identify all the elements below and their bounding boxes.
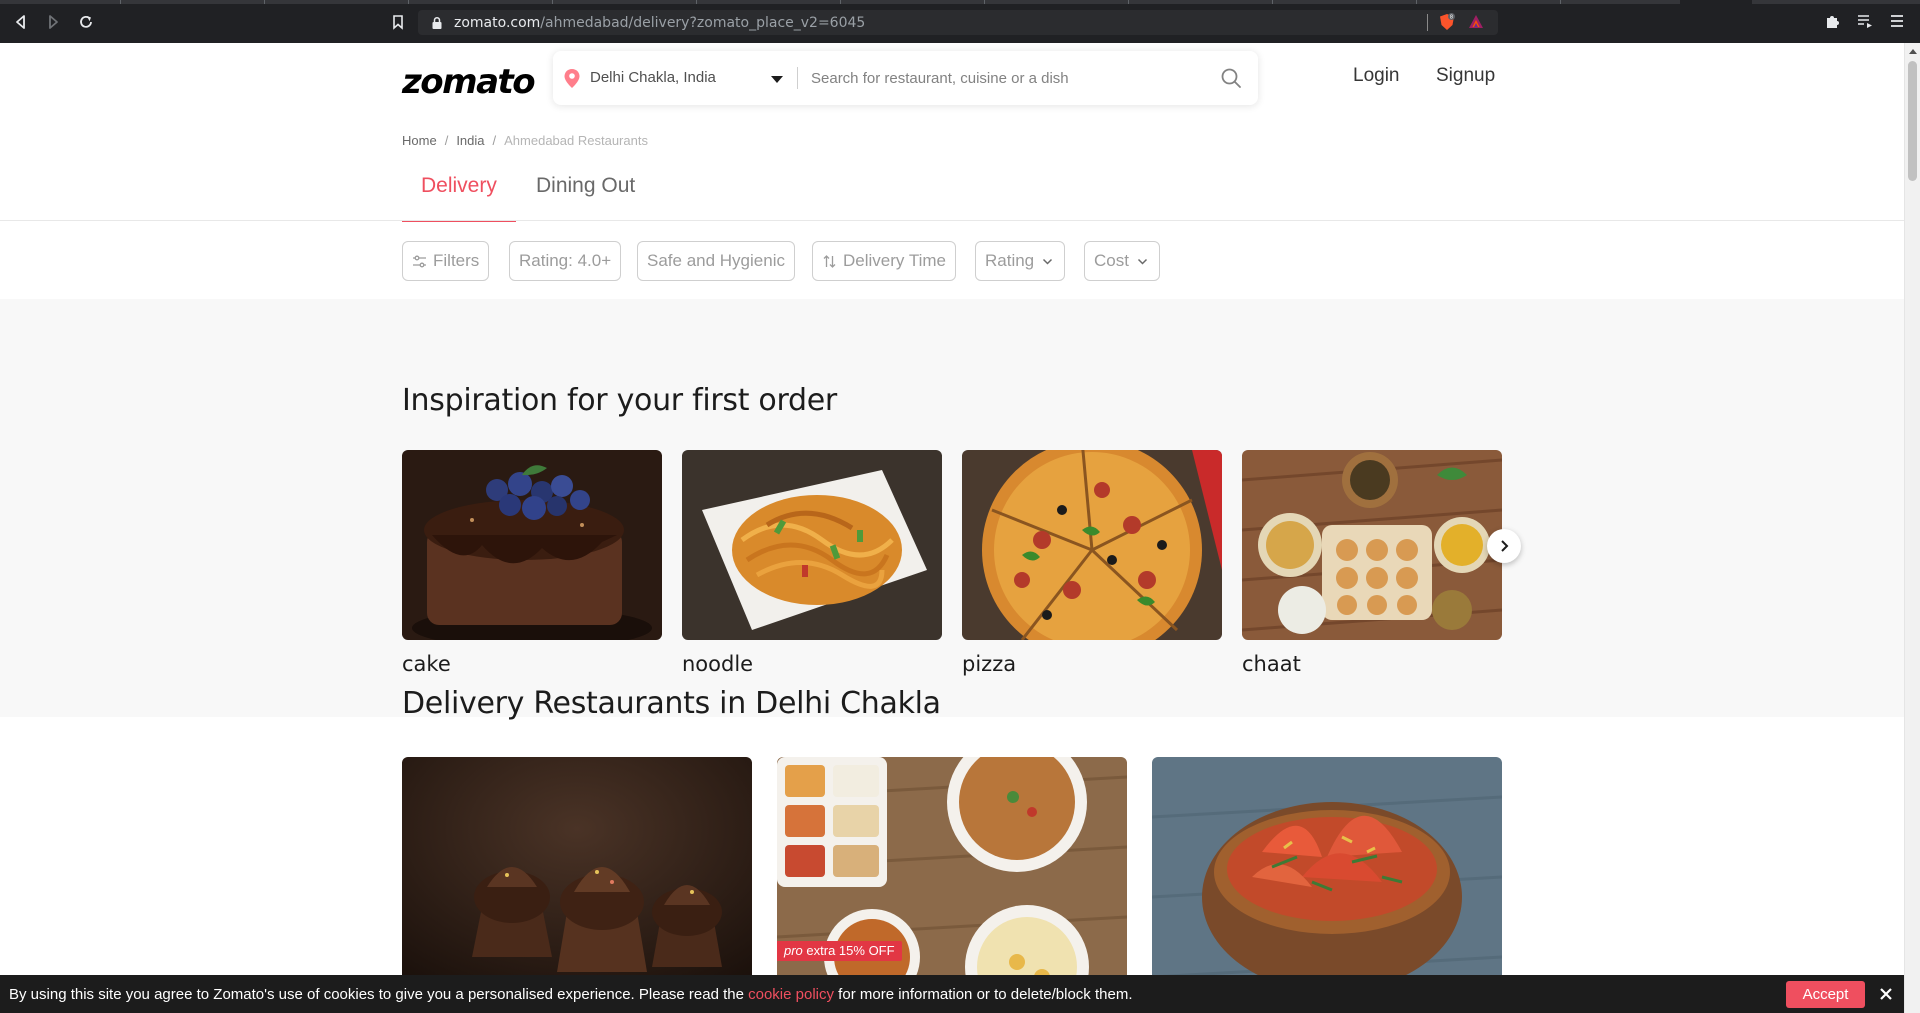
browser-toolbar: zomato.com/ahmedabad/delivery?zomato_pla… (0, 0, 1920, 43)
restaurant-image (777, 757, 1127, 997)
rating-4-plus-label: Rating: 4.0+ (519, 251, 612, 270)
food-card-chaat[interactable]: chaat (1242, 450, 1502, 676)
food-label-noodle: noodle (682, 652, 754, 676)
safe-hygienic-chip[interactable]: Safe and Hygienic (637, 241, 795, 281)
page: zomato Delhi Chakla, India Login Signup … (0, 43, 1904, 1013)
chaat-image (1242, 450, 1502, 640)
accept-cookies-button[interactable]: Accept (1786, 981, 1865, 1008)
food-card-noodle[interactable]: noodle (682, 450, 942, 676)
delivery-heading: Delivery Restaurants in Delhi Chakla (402, 686, 941, 721)
inspiration-heading: Inspiration for your first order (402, 383, 837, 418)
location-pin-icon (564, 69, 580, 88)
search-bar: Delhi Chakla, India (553, 51, 1258, 105)
menu-icon[interactable] (1888, 12, 1906, 30)
chevron-down-icon (1043, 258, 1053, 265)
cake-image (402, 450, 662, 640)
forward-icon[interactable] (43, 12, 63, 32)
breadcrumb-india[interactable]: India (456, 133, 484, 148)
pro-label: pro (784, 943, 803, 958)
restaurant-card[interactable] (1152, 757, 1502, 997)
zomato-logo[interactable]: zomato (402, 62, 536, 102)
filters-button[interactable]: Filters (402, 241, 490, 281)
chevron-down-icon[interactable] (771, 76, 783, 83)
offer-text: extra 15% OFF (806, 943, 895, 958)
breadcrumb-separator: / (492, 133, 497, 148)
rating-4-plus-chip[interactable]: Rating: 4.0+ (509, 241, 622, 281)
chevron-down-icon (1137, 258, 1147, 265)
restaurant-image (402, 757, 752, 997)
rating-dropdown-label: Rating (985, 251, 1035, 270)
site-header: zomato Delhi Chakla, India Login Signup (402, 51, 1502, 105)
cookie-policy-link[interactable]: cookie policy (748, 986, 834, 1003)
delivery-time-chip[interactable]: Delivery Time (812, 241, 956, 281)
noodle-image (682, 450, 942, 640)
filters-label: Filters (433, 251, 480, 270)
sort-arrows-icon (823, 254, 836, 268)
food-label-chaat: chaat (1242, 652, 1301, 676)
food-label-pizza: pizza (962, 652, 1017, 676)
shield-count: 8 (1450, 15, 1453, 21)
lock-icon (432, 16, 442, 29)
rewards-icon[interactable] (1468, 14, 1484, 30)
url-text[interactable]: zomato.com/ahmedabad/delivery?zomato_pla… (454, 15, 865, 31)
search-icon[interactable] (1220, 67, 1242, 89)
restaurant-image (1152, 757, 1502, 997)
filter-sliders-icon (413, 255, 426, 267)
location-selector[interactable]: Delhi Chakla, India (590, 69, 716, 86)
cookie-banner: By using this site you agree to Zomato's… (0, 975, 1904, 1013)
search-input[interactable] (811, 51, 1211, 105)
scroll-up-arrow[interactable] (1909, 49, 1917, 54)
cost-dropdown-label: Cost (1094, 251, 1129, 270)
back-icon[interactable] (11, 12, 31, 32)
carousel-next-button[interactable] (1487, 529, 1521, 563)
tab-strip[interactable] (0, 0, 1920, 4)
food-card-pizza[interactable]: pizza (962, 450, 1222, 676)
pro-offer-badge: pro extra 15% OFF (777, 941, 902, 961)
brave-shield-icon[interactable]: 8 (1438, 13, 1456, 31)
breadcrumb-home[interactable]: Home (402, 133, 437, 148)
rating-dropdown[interactable]: Rating (975, 241, 1066, 281)
chevron-right-icon (1501, 540, 1509, 552)
breadcrumb-separator: / (444, 133, 449, 148)
breadcrumb: Home / India / Ahmedabad Restaurants (402, 133, 648, 148)
breadcrumb-current: Ahmedabad Restaurants (504, 133, 648, 148)
inspiration-section: Inspiration for your first order cake no… (0, 299, 1904, 717)
pizza-image (962, 450, 1222, 640)
tabs-divider (0, 220, 1904, 221)
food-label-cake: cake (402, 652, 451, 676)
safe-hygienic-label: Safe and Hygienic (647, 251, 785, 270)
tab-delivery[interactable]: Delivery (402, 167, 516, 222)
login-link[interactable]: Login (1353, 65, 1400, 87)
tab-dining-out[interactable]: Dining Out (517, 167, 654, 222)
signup-link[interactable]: Signup (1436, 65, 1495, 87)
reload-icon[interactable] (76, 12, 96, 32)
scroll-thumb[interactable] (1908, 61, 1917, 181)
food-card-cake[interactable]: cake (402, 450, 662, 676)
close-icon[interactable] (1876, 984, 1896, 1004)
playlist-icon[interactable] (1856, 12, 1874, 30)
cost-dropdown[interactable]: Cost (1084, 241, 1160, 281)
address-bar[interactable]: zomato.com/ahmedabad/delivery?zomato_pla… (418, 10, 1498, 35)
delivery-time-label: Delivery Time (843, 251, 946, 270)
restaurant-card[interactable] (777, 757, 1127, 997)
extensions-icon[interactable] (1824, 12, 1842, 30)
page-scrollbar[interactable] (1904, 43, 1920, 1013)
search-divider (797, 67, 798, 89)
cookie-message: By using this site you agree to Zomato's… (9, 985, 1133, 1003)
restaurant-card[interactable] (402, 757, 752, 997)
bookmark-icon[interactable] (388, 12, 408, 32)
